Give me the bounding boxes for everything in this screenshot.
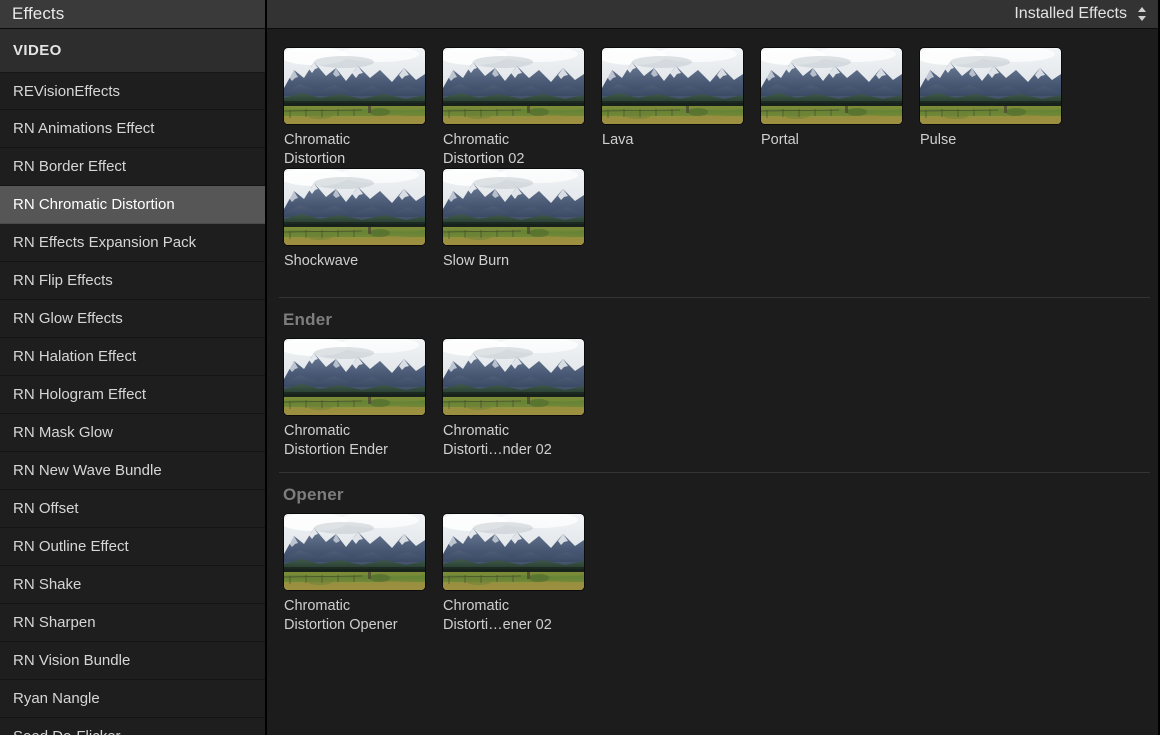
- sidebar-group-header-video: VIDEO: [0, 29, 265, 73]
- effect-thumbnail-image[interactable]: [761, 48, 902, 124]
- effects-browser-window: Effects VIDEO REVisionEffects RN Animatio…: [0, 0, 1160, 735]
- sidebar-item-label: REVisionEffects: [13, 83, 120, 100]
- effect-tile-label: Chromatic Distortion: [284, 124, 425, 169]
- section-bottom-spacer: [267, 283, 1158, 297]
- sidebar-item-label: RN Animations Effect: [13, 120, 154, 137]
- effect-thumbnail-image[interactable]: [443, 169, 584, 245]
- effect-tile[interactable]: Slow Burn: [443, 169, 584, 283]
- effect-tile-label: Chromatic Distorti…ener 02: [443, 590, 584, 635]
- main-header: Installed Effects: [267, 0, 1158, 29]
- sidebar-item-rn-border-effect[interactable]: RN Border Effect: [0, 148, 265, 186]
- effect-tile[interactable]: Chromatic Distorti…nder 02: [443, 339, 584, 460]
- sidebar-item-rn-hologram-effect[interactable]: RN Hologram Effect: [0, 376, 265, 414]
- sidebar-item-rn-mask-glow[interactable]: RN Mask Glow: [0, 414, 265, 452]
- effects-section-ender: Ender: [267, 297, 1158, 472]
- sidebar-item-rn-chromatic-distortion[interactable]: RN Chromatic Distortion: [0, 186, 265, 224]
- effect-tile[interactable]: Shockwave: [284, 169, 425, 283]
- effects-main-panel: Installed Effects: [267, 0, 1160, 735]
- sidebar-item-label: Seed De-Flicker: [13, 728, 121, 735]
- sidebar-item-rn-sharpen[interactable]: RN Sharpen: [0, 604, 265, 642]
- section-title: Ender: [267, 298, 1158, 339]
- sidebar-item-ryan-nangle[interactable]: Ryan Nangle: [0, 680, 265, 718]
- effects-section-default: Chromatic Distortion: [267, 29, 1158, 297]
- effect-thumbnail-image[interactable]: [284, 514, 425, 590]
- sidebar-item-label: RN New Wave Bundle: [13, 462, 162, 479]
- sidebar-item-rn-effects-expansion-pack[interactable]: RN Effects Expansion Pack: [0, 224, 265, 262]
- effect-thumbnail-image[interactable]: [284, 48, 425, 124]
- effect-tile[interactable]: Portal: [761, 48, 902, 169]
- sidebar-item-rn-flip-effects[interactable]: RN Flip Effects: [0, 262, 265, 300]
- section-title: Opener: [267, 473, 1158, 514]
- effect-tile[interactable]: Lava: [602, 48, 743, 169]
- effect-tile[interactable]: Chromatic Distortion: [284, 48, 425, 169]
- section-bottom-spacer: [267, 635, 1158, 647]
- sidebar-item-rn-shake[interactable]: RN Shake: [0, 566, 265, 604]
- effect-tile[interactable]: Chromatic Distortion 02: [443, 48, 584, 169]
- effect-tile-label: Chromatic Distortion Ender: [284, 415, 425, 460]
- effect-tile-label: Chromatic Distortion Opener: [284, 590, 425, 635]
- sidebar-item-seed-de-flicker[interactable]: Seed De-Flicker: [0, 718, 265, 735]
- sidebar-item-label: RN Outline Effect: [13, 538, 129, 555]
- effects-tile-grid: Chromatic Distortion Ender: [267, 339, 1158, 460]
- sidebar-item-label: RN Mask Glow: [13, 424, 113, 441]
- section-top-spacer: [267, 29, 1158, 48]
- sidebar-item-label: RN Chromatic Distortion: [13, 196, 175, 213]
- effect-tile[interactable]: Chromatic Distortion Opener: [284, 514, 425, 635]
- effect-thumbnail-image[interactable]: [920, 48, 1061, 124]
- effect-tile-label: Shockwave: [284, 245, 425, 283]
- sidebar-item-label: Ryan Nangle: [13, 690, 100, 707]
- effect-thumbnail-image[interactable]: [284, 339, 425, 415]
- effect-tile-label: Chromatic Distorti…nder 02: [443, 415, 584, 460]
- sidebar-item-label: RN Sharpen: [13, 614, 96, 631]
- effect-tile-label: Portal: [761, 124, 902, 162]
- effects-section-opener: Opener: [267, 472, 1158, 647]
- sidebar-item-label: RN Effects Expansion Pack: [13, 234, 196, 251]
- sidebar-item-rn-halation-effect[interactable]: RN Halation Effect: [0, 338, 265, 376]
- sidebar-item-label: RN Offset: [13, 500, 79, 517]
- sidebar-item-revisioneffects[interactable]: REVisionEffects: [0, 73, 265, 110]
- effect-tile-label: Chromatic Distortion 02: [443, 124, 584, 169]
- effect-tile[interactable]: Chromatic Distorti…ener 02: [443, 514, 584, 635]
- effect-thumbnail-image[interactable]: [602, 48, 743, 124]
- effect-tile-label: Slow Burn: [443, 245, 584, 283]
- effect-thumbnail-image[interactable]: [443, 48, 584, 124]
- sidebar-header: Effects: [0, 0, 265, 29]
- sidebar-item-rn-outline-effect[interactable]: RN Outline Effect: [0, 528, 265, 566]
- sidebar-item-label: RN Hologram Effect: [13, 386, 146, 403]
- sidebar-item-rn-new-wave-bundle[interactable]: RN New Wave Bundle: [0, 452, 265, 490]
- sidebar-item-rn-vision-bundle[interactable]: RN Vision Bundle: [0, 642, 265, 680]
- chevron-up-down-icon[interactable]: [1135, 4, 1149, 24]
- section-bottom-spacer: [267, 460, 1158, 472]
- effects-tile-grid: Chromatic Distortion: [267, 48, 1158, 283]
- effect-thumbnail-image[interactable]: [284, 169, 425, 245]
- effect-tile-label: Pulse: [920, 124, 1061, 162]
- sidebar-category-list[interactable]: VIDEO REVisionEffects RN Animations Effec…: [0, 29, 265, 735]
- sidebar-item-label: RN Flip Effects: [13, 272, 113, 289]
- sidebar-item-label: RN Border Effect: [13, 158, 126, 175]
- sidebar-item-label: RN Shake: [13, 576, 81, 593]
- effects-tile-grid: Chromatic Distortion Opener: [267, 514, 1158, 635]
- effect-tile-label: Lava: [602, 124, 743, 162]
- effect-tile[interactable]: Pulse: [920, 48, 1061, 169]
- sidebar-item-label: RN Vision Bundle: [13, 652, 130, 669]
- sidebar-item-rn-animations-effect[interactable]: RN Animations Effect: [0, 110, 265, 148]
- effect-thumbnail-image[interactable]: [443, 339, 584, 415]
- effect-tile[interactable]: Chromatic Distortion Ender: [284, 339, 425, 460]
- page-title: Effects: [12, 4, 64, 24]
- effect-thumbnail-image[interactable]: [443, 514, 584, 590]
- sidebar-item-label: RN Glow Effects: [13, 310, 123, 327]
- sidebar-item-rn-offset[interactable]: RN Offset: [0, 490, 265, 528]
- installed-effects-filter-label[interactable]: Installed Effects: [1014, 5, 1127, 23]
- sidebar-item-rn-glow-effects[interactable]: RN Glow Effects: [0, 300, 265, 338]
- sidebar-item-label: RN Halation Effect: [13, 348, 136, 365]
- effects-grid-scroll-area[interactable]: Chromatic Distortion: [267, 29, 1158, 735]
- effects-sidebar: Effects VIDEO REVisionEffects RN Animatio…: [0, 0, 267, 735]
